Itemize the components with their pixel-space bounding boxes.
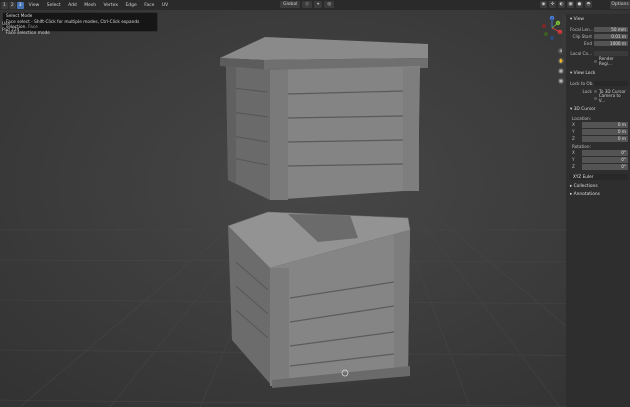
select-mode-tooltip: Select Mode Face select - Shift-Click fo…: [2, 12, 158, 36]
face-select-mode-button[interactable]: 3: [16, 1, 24, 9]
clip-start-label: Clip Start: [572, 33, 592, 39]
shading-solid-icon[interactable]: ●: [576, 1, 583, 8]
pivot-icon[interactable]: ◇: [302, 1, 312, 8]
menu-vertex[interactable]: Vertex: [104, 3, 118, 8]
location-x-field[interactable]: X0 m: [570, 122, 628, 128]
annotations-section-header[interactable]: ▸ Annotations: [570, 192, 628, 197]
transform-controls: Global ◇ ⌖ ◎: [280, 1, 335, 8]
menu-add[interactable]: Add: [68, 3, 77, 8]
clip-end-row: End 1000 m: [570, 40, 628, 46]
pan-hand-icon[interactable]: ✋: [558, 58, 564, 64]
local-camera-label: Local Ca...: [570, 50, 592, 56]
rotation-mode-dropdown[interactable]: XYZ Euler: [570, 174, 628, 180]
options-button[interactable]: Options: [610, 1, 630, 9]
lock-to-object-label: Lock to Ob...: [570, 80, 594, 86]
lock-to-object-row: Lock to Ob...: [570, 80, 628, 86]
rotation-label: Rotation:: [572, 144, 591, 149]
camera-icon[interactable]: ▦: [558, 68, 564, 74]
camera-to-view-checkbox[interactable]: Camera to V...: [593, 93, 628, 103]
snap-icon[interactable]: ⌖: [313, 1, 323, 8]
focal-length-row: Focal Len... 50 mm: [570, 26, 628, 32]
location-y-field[interactable]: Y0 m: [570, 129, 628, 135]
local-camera-field[interactable]: [594, 50, 628, 56]
sidebar-tabs: [562, 16, 566, 55]
rotation-y-field[interactable]: Y 0°: [570, 157, 628, 163]
clip-start-field[interactable]: 0.01 m: [594, 33, 628, 39]
shading-material-icon[interactable]: ◓: [585, 1, 592, 8]
menu-select[interactable]: Select: [47, 3, 61, 8]
sidebar-panel: ▾ View Focal Len... 50 mm Clip Start 0.0…: [562, 14, 630, 407]
tooltip-description: Face select - Shift-Click for multiple m…: [6, 19, 140, 31]
tab-tool[interactable]: [562, 29, 566, 41]
transform-orientation-dropdown[interactable]: Global: [280, 1, 301, 8]
menu-uv[interactable]: UV: [162, 3, 168, 8]
camera-to-view-row: Camera to V...: [570, 93, 628, 103]
3d-viewport[interactable]: [0, 0, 630, 407]
menu-view[interactable]: View: [29, 3, 40, 8]
tooltip-subtitle: Face selection mode: [6, 30, 50, 36]
overlay-icon[interactable]: ◐: [558, 1, 565, 8]
proportional-edit-icon[interactable]: ◎: [324, 1, 335, 8]
tab-view[interactable]: [562, 42, 566, 54]
header-right-icons: ◉ ✣ ◐ ▣ ● ◓: [540, 1, 592, 8]
vertex-select-mode-button[interactable]: 1: [1, 1, 8, 9]
view-section-header[interactable]: ▾ View: [570, 17, 628, 22]
left-info: Use Pad 224: [2, 22, 19, 33]
3d-cursor-section-header[interactable]: ▾ 3D Cursor: [570, 107, 628, 112]
menu-face[interactable]: Face: [144, 3, 154, 8]
rotation-z-field[interactable]: Z 0°: [570, 164, 628, 170]
visibility-icon[interactable]: ◉: [540, 1, 547, 8]
gizmo-z-label: Z: [551, 16, 553, 20]
tab-item[interactable]: [562, 16, 566, 28]
location-z-field[interactable]: Z0 m: [570, 136, 628, 142]
navigation-gizmo[interactable]: Z X Y: [540, 14, 564, 46]
edge-select-mode-button[interactable]: 2: [8, 1, 16, 9]
gizmo-x-label: X: [559, 30, 561, 34]
lower-crate[interactable]: [227, 211, 411, 388]
menu-mesh[interactable]: Mesh: [84, 3, 96, 8]
gizmo-y-label: Y: [557, 21, 559, 25]
upper-crate[interactable]: [220, 37, 428, 200]
xray-icon[interactable]: ▣: [567, 1, 574, 8]
collections-section-header[interactable]: ▸ Collections: [570, 184, 628, 189]
clip-end-field[interactable]: 1000 m: [594, 40, 628, 46]
render-region-row: Render Regi...: [570, 56, 628, 66]
gizmo-toggle-icon[interactable]: ✣: [549, 1, 556, 8]
clip-end-label: End: [584, 40, 592, 46]
perspective-grid-icon[interactable]: ▦: [558, 78, 564, 84]
lock-label: Lock: [582, 88, 592, 94]
menu-edge[interactable]: Edge: [125, 3, 136, 8]
rotation-x-field[interactable]: X 0°: [570, 150, 628, 156]
left-info-line-2: Pad 224: [2, 27, 20, 33]
render-region-checkbox[interactable]: Render Regi...: [593, 56, 628, 66]
header-menus: View Select Add Mesh Vertex Edge Face UV: [29, 3, 175, 8]
view-lock-section-header[interactable]: ▾ View Lock: [570, 71, 628, 76]
focal-length-label: Focal Len...: [570, 26, 594, 32]
focal-length-field[interactable]: 50 mm: [594, 26, 628, 32]
clip-start-row: Clip Start 0.01 m: [570, 33, 628, 39]
lock-to-object-field[interactable]: [594, 80, 628, 86]
location-label: Location:: [572, 116, 592, 121]
